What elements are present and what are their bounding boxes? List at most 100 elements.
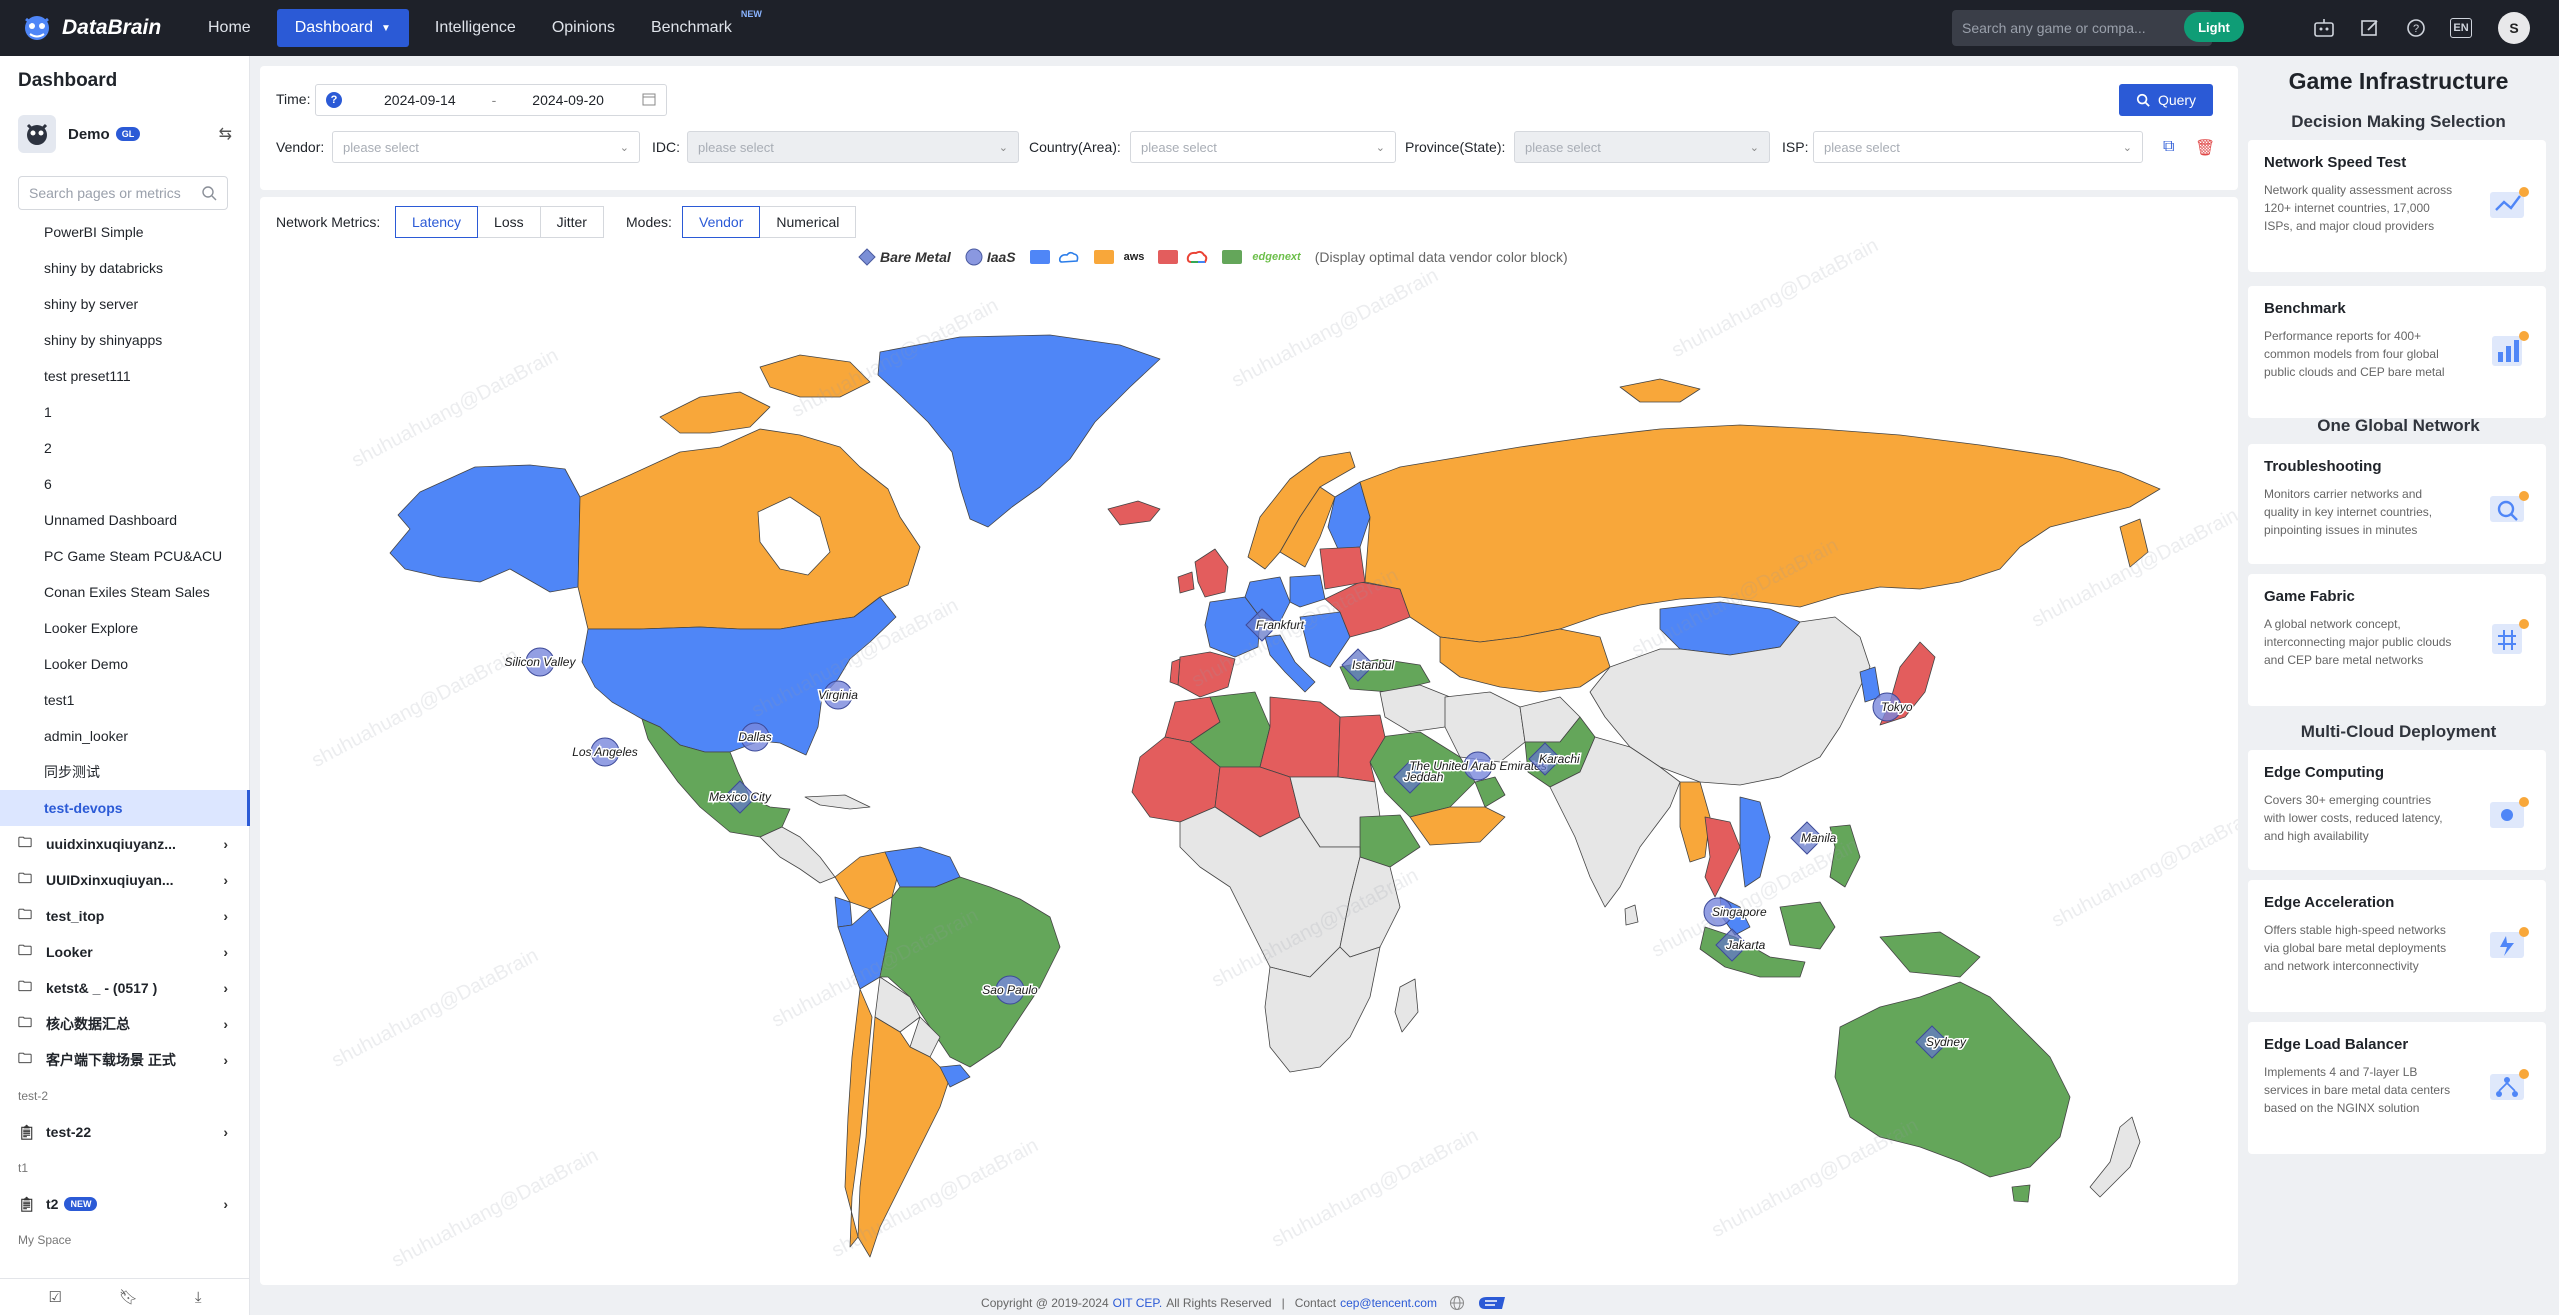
city-label: Silicon Valley <box>505 655 577 669</box>
sidebar-folder[interactable]: 🗀 uuidxinxuqiuyanz... › <box>0 826 250 862</box>
idc-select[interactable]: please select ⌄ <box>687 131 1019 163</box>
feature-card[interactable]: Network Speed Test Network quality asses… <box>2248 140 2546 272</box>
download-icon[interactable]: ⤓ <box>195 1289 202 1306</box>
sidebar-folder[interactable]: 🗀 ketst& _ - (0517 ) › <box>0 970 250 1006</box>
sidebar-folder[interactable]: 🗀 客户端下载场景 正式 › <box>0 1042 250 1078</box>
sidebar-folder[interactable]: 🗀 test_itop › <box>0 898 250 934</box>
copyright-text: Copyright @ 2019-2024 <box>981 1295 1109 1310</box>
user-avatar[interactable]: S <box>2498 12 2530 44</box>
sidebar-item[interactable]: PowerBI Simple <box>0 214 250 250</box>
date-end[interactable]: 2024-09-20 <box>532 92 604 108</box>
sidebar-item[interactable]: shiny by server <box>0 286 250 322</box>
sidebar-item[interactable]: 2 <box>0 430 250 466</box>
sidebar-item[interactable]: 6 <box>0 466 250 502</box>
sidebar-folder[interactable]: 🗀 UUIDxinxuqiuyan... › <box>0 862 250 898</box>
nav-benchmark[interactable]: Benchmark NEW <box>633 0 762 56</box>
brand-logo[interactable]: DataBrain <box>20 11 190 45</box>
nav-intelligence[interactable]: Intelligence <box>417 0 534 56</box>
vendor-select[interactable]: please select ⌄ <box>332 131 640 163</box>
theme-toggle-button[interactable]: Light <box>2184 12 2244 42</box>
card-title: Benchmark <box>2264 300 2346 317</box>
contact-label: Contact <box>1294 1295 1337 1310</box>
sidebar-title: Dashboard <box>18 70 118 91</box>
delete-icon[interactable]: 🗑︎ <box>2195 138 2215 158</box>
region-ireland <box>1177 571 1195 594</box>
sidebar-folder[interactable]: 🗀 核心数据汇总 › <box>0 1006 250 1042</box>
chevron-right-icon: › <box>223 1052 228 1068</box>
province-select[interactable]: please select ⌄ <box>1514 131 1770 163</box>
robot-icon[interactable] <box>2312 16 2336 40</box>
isp-placeholder: please select <box>1824 139 1900 155</box>
feature-card[interactable]: Edge Computing Covers 30+ emerging count… <box>2248 750 2546 870</box>
chevron-right-icon: › <box>223 1196 228 1212</box>
dashboard-list: PowerBI Simple shiny by databricks shiny… <box>0 214 250 1258</box>
country-select[interactable]: please select ⌄ <box>1130 131 1396 163</box>
filter-panel: Time: ? 2024-09-14 - 2024-09-20 Query Ve… <box>260 66 2238 190</box>
mode-vendor[interactable]: Vendor <box>682 206 761 238</box>
sidebar-item[interactable]: admin_looker <box>0 718 250 754</box>
sidebar-item[interactable]: test1 <box>0 682 250 718</box>
page-footer: Copyright @ 2019-2024 OIT CEP. All Right… <box>250 1290 2238 1315</box>
feature-card[interactable]: Benchmark Performance reports for 400+ c… <box>2248 286 2546 418</box>
sidebar-item-active[interactable]: test-devops <box>0 790 250 826</box>
feature-card[interactable]: Edge Load Balancer Implements 4 and 7-la… <box>2248 1022 2546 1154</box>
nav-home[interactable]: Home <box>190 0 269 56</box>
query-button[interactable]: Query <box>2119 84 2213 116</box>
folder-label: t2 <box>46 1196 59 1212</box>
sidebar-folder[interactable]: 📋︎ test-22 › <box>0 1114 250 1150</box>
nav-opinions[interactable]: Opinions <box>534 0 633 56</box>
region-australia <box>1834 981 2071 1178</box>
right-panel-title: Game Infrastructure <box>2288 68 2509 94</box>
city-label: Manila <box>1801 831 1837 845</box>
sidebar-item[interactable]: 1 <box>0 394 250 430</box>
edit-icon[interactable] <box>2358 16 2382 40</box>
sidebar-item[interactable]: Conan Exiles Steam Sales <box>0 574 250 610</box>
calendar-icon[interactable] <box>642 92 656 109</box>
city-label: Jakarta <box>1725 938 1766 952</box>
nav-dashboard[interactable]: Dashboard ▼ <box>276 9 409 47</box>
province-label: Province(State): <box>1405 139 1506 155</box>
edge-computing-icon <box>2490 797 2529 828</box>
chevron-right-icon: › <box>223 1124 228 1140</box>
help-icon[interactable]: ? <box>326 92 342 108</box>
region-borneo <box>1779 901 1836 950</box>
metric-latency[interactable]: Latency <box>395 206 479 238</box>
sidebar-item[interactable]: shiny by databricks <box>0 250 250 286</box>
company-link[interactable]: OIT CEP. <box>1113 1296 1163 1310</box>
bookmark-icon[interactable]: 🔖︎ <box>119 1288 138 1306</box>
region-argentina <box>857 1016 951 1258</box>
sidebar-item[interactable]: 同步测试 <box>0 754 250 790</box>
language-switch[interactable]: EN <box>2450 18 2472 38</box>
contact-email-link[interactable]: cep@tencent.com <box>1340 1296 1437 1310</box>
sidebar-item[interactable]: PC Game Steam PCU&ACU <box>0 538 250 574</box>
world-map[interactable]: Silicon Valley Los Angeles Dallas Virginia M… <box>260 197 2238 1285</box>
sidebar-item[interactable]: Unnamed Dashboard <box>0 502 250 538</box>
card-desc: Covers 30+ emerging countries with lower… <box>2264 793 2443 843</box>
sidebar-folder[interactable]: 🗀 Looker › <box>0 934 250 970</box>
chevron-right-icon: › <box>223 980 228 996</box>
isp-label: ISP: <box>1782 139 1809 155</box>
feature-card[interactable]: Edge Acceleration Offers stable high-spe… <box>2248 880 2546 1012</box>
sidebar-item[interactable]: test preset111 <box>0 358 250 394</box>
sidebar-item[interactable]: Looker Demo <box>0 646 250 682</box>
feature-card[interactable]: Game Fabric A global network concept, in… <box>2248 574 2546 706</box>
isp-select[interactable]: please select ⌄ <box>1813 131 2143 163</box>
sidebar-item[interactable]: shiny by shinyapps <box>0 322 250 358</box>
swap-icon[interactable]: ⇆ <box>219 124 232 144</box>
clipboard-icon: 📋︎ <box>18 1195 36 1212</box>
copy-icon[interactable]: ⧉ <box>2163 138 2174 156</box>
region-syria-iraq <box>1379 684 1451 733</box>
date-start[interactable]: 2024-09-14 <box>384 92 456 108</box>
sidebar-item[interactable]: Looker Explore <box>0 610 250 646</box>
date-range-picker[interactable]: ? 2024-09-14 - 2024-09-20 <box>315 84 667 116</box>
help-icon[interactable]: ? <box>2404 16 2428 40</box>
workspace-switcher[interactable]: Demo GL ⇆ <box>18 115 232 153</box>
date-separator: - <box>491 92 497 108</box>
region-ecuador <box>834 896 853 928</box>
sidebar-folder[interactable]: 📋︎ t2 NEW › <box>0 1186 250 1222</box>
global-search-input[interactable]: Search any game or compa... <box>1952 10 2212 46</box>
feature-card[interactable]: Troubleshooting Monitors carrier network… <box>2248 444 2546 564</box>
sidebar-search-input[interactable]: Search pages or metrics <box>18 176 228 210</box>
folder-icon: 🗀 <box>18 942 32 958</box>
checklist-icon[interactable]: ☑ <box>48 1288 61 1306</box>
